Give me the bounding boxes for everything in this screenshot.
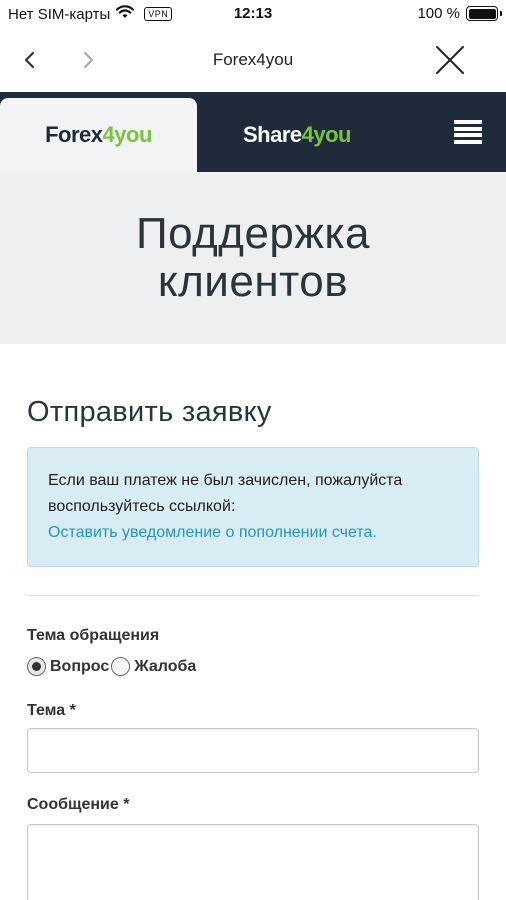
battery-cap (500, 11, 502, 16)
radio-checked-dot (32, 662, 41, 671)
logo-accent-text: 4you (301, 122, 352, 147)
info-text: Если ваш платеж не был зачислен, пожалуй… (48, 472, 403, 515)
status-bar: Нет SIM-карты VPN 12:13 100 % (0, 0, 506, 30)
topic-type-label: Тема обращения (27, 627, 160, 644)
radio-complaint[interactable] (111, 657, 131, 676)
support-form: Отправить заявку Если ваш платеж не был … (27, 344, 479, 900)
hero-title: Поддержка клиентов (135, 209, 371, 306)
tab-share4you[interactable]: Share4you (197, 98, 397, 172)
hamburger-menu-icon[interactable] (454, 120, 482, 144)
subject-input[interactable] (27, 728, 479, 773)
battery-icon (466, 6, 502, 21)
menu-line (454, 126, 482, 131)
battery-fill (468, 8, 496, 19)
close-icon (436, 46, 464, 74)
close-button[interactable] (434, 44, 466, 76)
battery-percent: 100 % (417, 5, 460, 22)
info-alert: Если ваш платеж не был зачислен, пожалуй… (27, 447, 479, 567)
divider (27, 595, 479, 596)
radio-question[interactable] (27, 657, 46, 676)
radio-question-label[interactable]: Вопрос (50, 658, 109, 676)
share4you-logo: Share4you (242, 122, 352, 148)
logo-main-text: Share (242, 122, 302, 147)
hero-banner: Поддержка клиентов (0, 172, 506, 344)
menu-line (454, 139, 482, 144)
tab-forex4you[interactable]: Forex4you (0, 98, 197, 172)
topic-type-radio-group: Вопрос Жалоба (27, 657, 479, 676)
logo-main-text: Forex (45, 122, 103, 147)
logo-accent-text: 4you (102, 122, 153, 147)
message-label: Сообщение * (27, 796, 130, 813)
radio-complaint-label[interactable]: Жалоба (134, 658, 196, 676)
page-title-nav: Forex4you (212, 50, 294, 69)
section-title: Отправить заявку (27, 396, 272, 428)
site-header: Forex4you Share4you (0, 92, 506, 172)
message-textarea[interactable] (27, 824, 479, 900)
menu-line (454, 120, 482, 124)
browser-nav-bar: Forex4you (0, 30, 506, 92)
forex4you-logo: Forex4you (45, 122, 152, 148)
subject-label: Тема * (27, 702, 76, 719)
menu-line (454, 133, 482, 138)
status-right: 100 % (417, 5, 502, 22)
deposit-notification-link[interactable]: Оставить уведомление о пополнении счета. (48, 524, 377, 541)
